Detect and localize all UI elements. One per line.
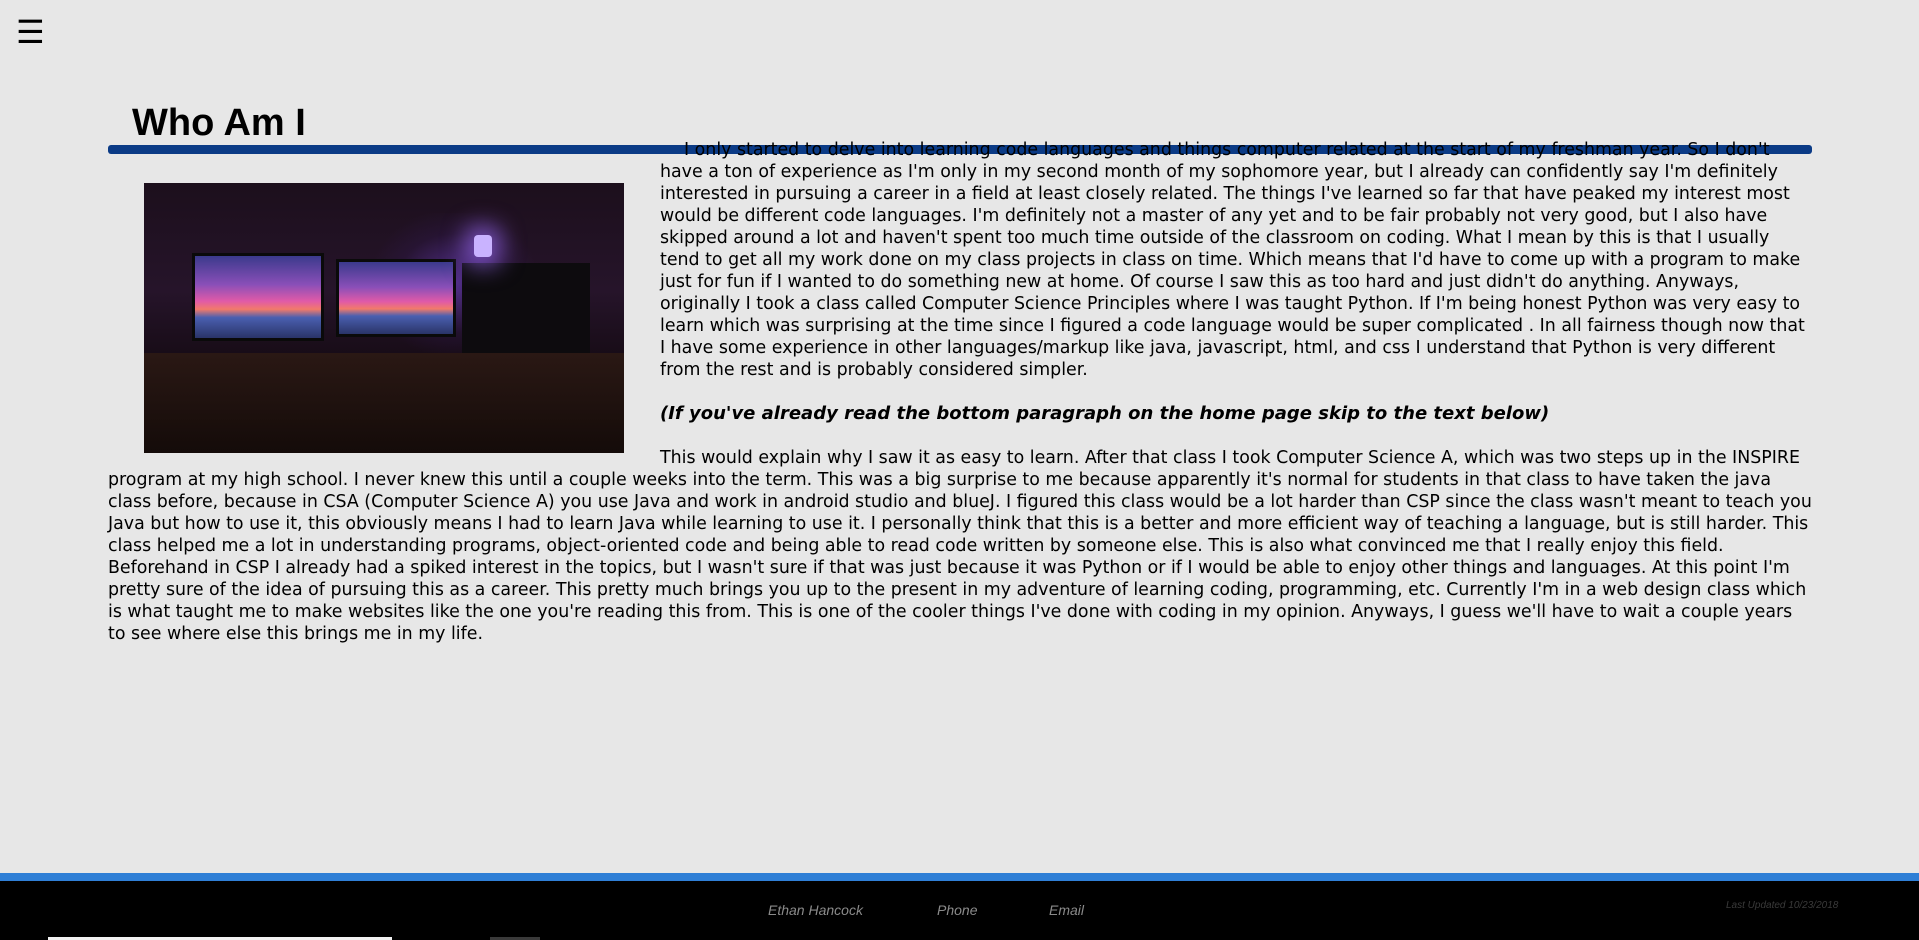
main-paragraph: This would explain why I saw it as easy … xyxy=(108,448,1812,644)
footer-email-link[interactable]: Email xyxy=(1049,902,1084,918)
desk-setup-photo xyxy=(144,183,624,453)
intro-paragraph: I only started to delve into learning co… xyxy=(108,139,1814,453)
footer-stripe xyxy=(0,873,1919,881)
footer: Ethan Hancock Phone Email Last Updated 1… xyxy=(0,881,1919,940)
footer-name-link[interactable]: Ethan Hancock xyxy=(768,902,863,918)
desk-surface xyxy=(144,353,624,453)
lamp-light xyxy=(474,235,492,257)
last-updated-text: Last Updated 10/23/2018 xyxy=(1726,900,1839,911)
intro-paragraph-text: I only started to delve into learning co… xyxy=(660,140,1805,380)
left-monitor xyxy=(192,253,324,341)
hamburger-menu-icon[interactable]: ☰ xyxy=(16,14,45,50)
footer-phone-link[interactable]: Phone xyxy=(937,902,977,918)
right-monitor xyxy=(336,259,456,337)
main-content: I only started to delve into learning co… xyxy=(108,139,1814,667)
